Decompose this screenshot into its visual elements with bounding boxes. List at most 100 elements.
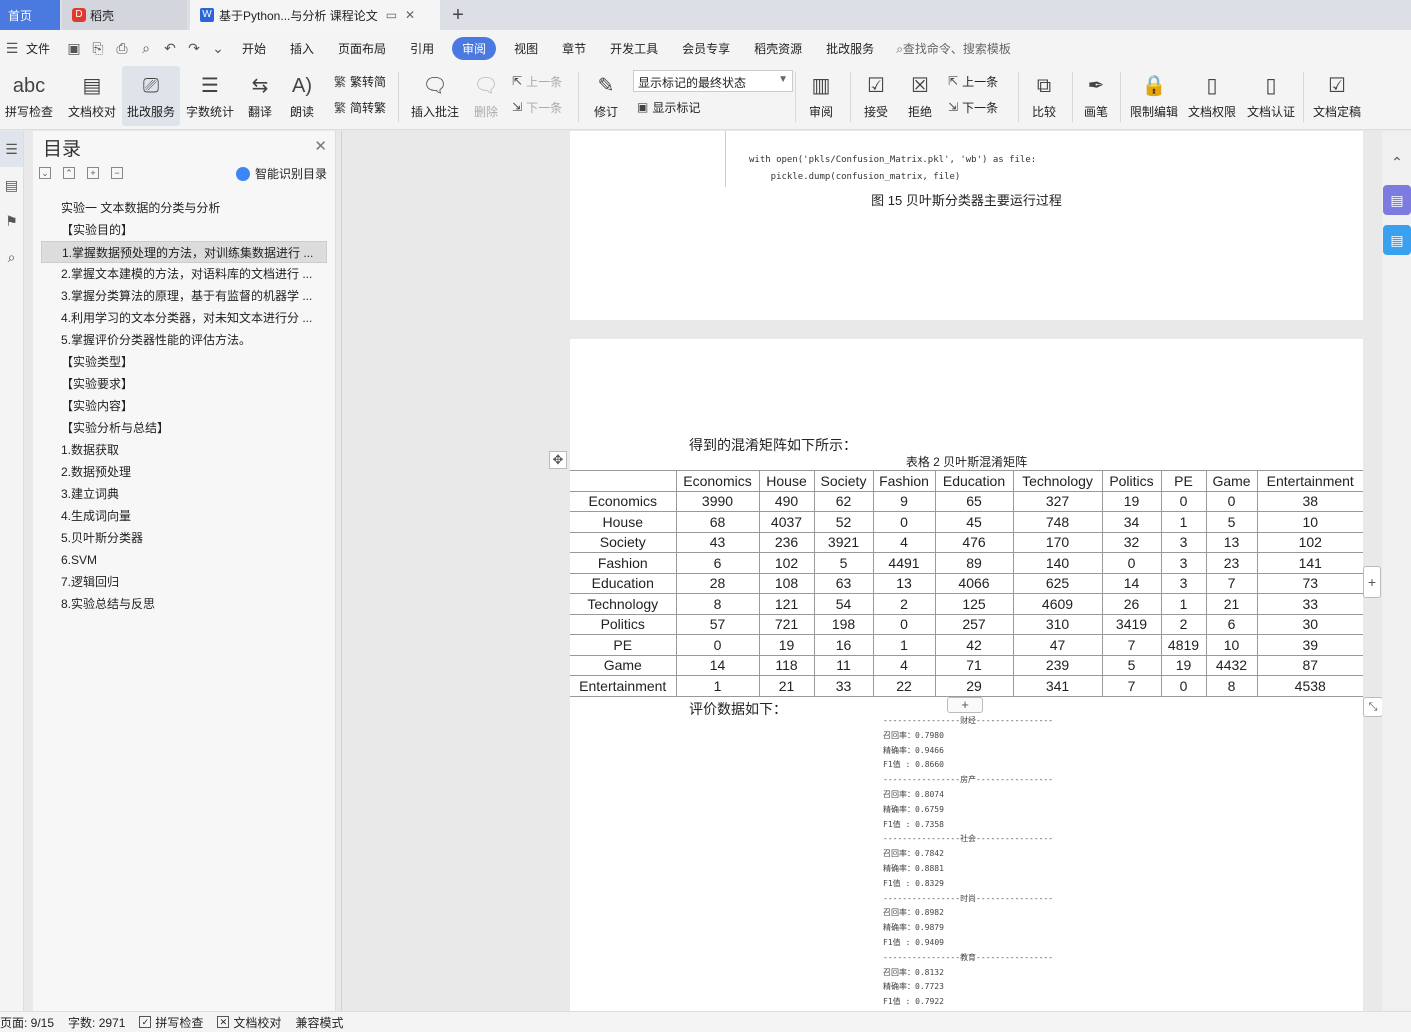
table-cell[interactable]: 2 — [1160, 613, 1207, 635]
table-cell[interactable]: 118 — [758, 654, 815, 676]
table-cell[interactable]: 4491 — [872, 552, 936, 574]
insert-comment-button[interactable]: 🗨 插入批注 — [406, 66, 464, 126]
table-cell[interactable]: 19 — [1101, 490, 1162, 512]
table-cell[interactable]: 625 — [1012, 572, 1103, 594]
pen-button[interactable]: ✒ 画笔 — [1078, 66, 1114, 126]
table-cell[interactable]: 47 — [1012, 634, 1103, 656]
toc-item[interactable]: 2.掌握文本建模的方法，对语料库的文档进行 ... — [41, 263, 327, 285]
more-chevron-icon[interactable]: ⌄ — [209, 40, 227, 57]
table-cell[interactable]: 0 — [1160, 675, 1207, 697]
display-mode-select[interactable]: 显示标记的最终状态 ▼ — [633, 70, 793, 92]
table-cell[interactable]: 22 — [872, 675, 936, 697]
table-cell[interactable]: 13 — [872, 572, 936, 594]
column-header[interactable]: Education — [934, 470, 1014, 492]
table-cell[interactable]: 32 — [1101, 531, 1162, 553]
toc-item[interactable]: 7.逻辑回归 — [41, 571, 327, 593]
add-column-button[interactable]: + — [1363, 566, 1381, 598]
table-cell[interactable]: 5 — [1205, 511, 1258, 533]
toc-item[interactable]: 8.实验总结与反思 — [41, 593, 327, 615]
tab-home[interactable]: 首页 — [0, 0, 60, 30]
doc-certify-button[interactable]: ▯ 文档认证 — [1243, 66, 1299, 126]
row-header[interactable]: House — [570, 511, 677, 533]
column-header[interactable]: Economics — [675, 470, 760, 492]
table-cell[interactable]: 52 — [813, 511, 874, 533]
table-cell[interactable]: 102 — [758, 552, 815, 574]
menu-devtools[interactable]: 开发工具 — [598, 40, 670, 57]
toc-item[interactable]: 【实验类型】 — [41, 351, 327, 373]
simp-to-trad-button[interactable]: 繁简转繁 — [334, 96, 386, 118]
table-cell[interactable]: 14 — [1101, 572, 1162, 594]
close-icon[interactable]: ✕ — [314, 137, 327, 155]
restrict-edit-button[interactable]: 🔒 限制编辑 — [1126, 66, 1182, 126]
table-cell[interactable]: 21 — [758, 675, 815, 697]
row-header[interactable]: Education — [570, 572, 677, 594]
prev-comment-button[interactable]: ⇱ 上一条 — [512, 70, 562, 92]
hamburger-icon[interactable]: ☰ — [3, 40, 21, 57]
chapter-icon[interactable]: ▤ — [0, 167, 23, 203]
toc-item[interactable]: 【实验分析与总结】 — [41, 417, 327, 439]
table-cell[interactable]: 3 — [1160, 531, 1207, 553]
tab-daoke[interactable]: D 稻壳 — [62, 0, 187, 30]
table-cell[interactable]: 3 — [1160, 572, 1207, 594]
table-cell[interactable]: 327 — [1012, 490, 1103, 512]
toc-item[interactable]: 【实验目的】 — [41, 219, 327, 241]
table-cell[interactable]: 6 — [1205, 613, 1258, 635]
table-cell[interactable]: 21 — [1205, 593, 1258, 615]
read-aloud-button[interactable]: A) 朗读 — [284, 66, 320, 126]
menu-member[interactable]: 会员专享 — [670, 40, 742, 57]
word-count-button[interactable]: ☰ 字数统计 — [182, 66, 238, 126]
row-header[interactable]: Entertainment — [570, 675, 677, 697]
add-row-button[interactable]: + — [947, 697, 983, 713]
menu-file[interactable]: 文件 — [24, 40, 62, 57]
menu-daoke-resources[interactable]: 稻壳资源 — [742, 40, 814, 57]
pin-icon[interactable]: ▭ — [386, 8, 397, 22]
column-header[interactable]: PE — [1160, 470, 1207, 492]
table-cell[interactable]: 57 — [675, 613, 760, 635]
menu-home[interactable]: 开始 — [230, 40, 278, 57]
table-cell[interactable]: 0 — [675, 634, 760, 656]
delete-comment-button[interactable]: 🗨 删除 — [466, 66, 506, 126]
table-cell[interactable]: 1 — [1160, 511, 1207, 533]
table-cell[interactable]: 170 — [1012, 531, 1103, 553]
table-cell[interactable]: 34 — [1101, 511, 1162, 533]
table-cell[interactable]: 73 — [1256, 572, 1363, 594]
doc-permission-button[interactable]: ▯ 文档权限 — [1184, 66, 1240, 126]
table-cell[interactable]: 257 — [934, 613, 1014, 635]
table-cell[interactable]: 4538 — [1256, 675, 1363, 697]
table-cell[interactable]: 341 — [1012, 675, 1103, 697]
table-cell[interactable]: 4066 — [934, 572, 1014, 594]
column-header[interactable]: House — [758, 470, 815, 492]
table-cell[interactable]: 490 — [758, 490, 815, 512]
show-markup-button[interactable]: ▣ 显示标记 — [637, 96, 700, 118]
next-change-button[interactable]: ⇲ 下一条 — [948, 96, 998, 118]
toc-item[interactable]: 5.掌握评价分类器性能的评估方法。 — [41, 329, 327, 351]
table-cell[interactable]: 5 — [813, 552, 874, 574]
toc-item[interactable]: 5.贝叶斯分类器 — [41, 527, 327, 549]
table-cell[interactable]: 7 — [1101, 634, 1162, 656]
table-cell[interactable]: 54 — [813, 593, 874, 615]
trad-to-simp-button[interactable]: 繁繁转简 — [334, 70, 386, 92]
row-header[interactable]: PE — [570, 634, 677, 656]
menu-view[interactable]: 视图 — [502, 40, 550, 57]
table-cell[interactable]: 26 — [1101, 593, 1162, 615]
prev-change-button[interactable]: ⇱ 上一条 — [948, 70, 998, 92]
table-cell[interactable]: 62 — [813, 490, 874, 512]
table-move-handle-icon[interactable]: ✥ — [549, 451, 567, 469]
table-cell[interactable]: 239 — [1012, 654, 1103, 676]
side-panel-icon[interactable]: ▤ — [1383, 185, 1411, 215]
smart-toc-button[interactable]: 智能识别目录 — [235, 165, 327, 182]
print-preview-icon[interactable]: ⌕ — [137, 40, 155, 57]
toc-item[interactable]: 【实验要求】 — [41, 373, 327, 395]
close-icon[interactable]: ✕ — [405, 8, 415, 22]
toc-item[interactable]: 6.SVM — [41, 549, 327, 571]
table-cell[interactable]: 33 — [813, 675, 874, 697]
finalize-button[interactable]: ☑ 文档定稿 — [1306, 66, 1368, 126]
revise-button[interactable]: ✎ 修订 — [586, 66, 626, 126]
table-cell[interactable]: 3 — [1160, 552, 1207, 574]
table-cell[interactable]: 102 — [1256, 531, 1363, 553]
table-cell[interactable]: 42 — [934, 634, 1014, 656]
table-cell[interactable]: 2 — [872, 593, 936, 615]
toc-item[interactable]: 3.掌握分类算法的原理，基于有监督的机器学 ... — [41, 285, 327, 307]
table-cell[interactable]: 108 — [758, 572, 815, 594]
table-cell[interactable]: 4432 — [1205, 654, 1258, 676]
